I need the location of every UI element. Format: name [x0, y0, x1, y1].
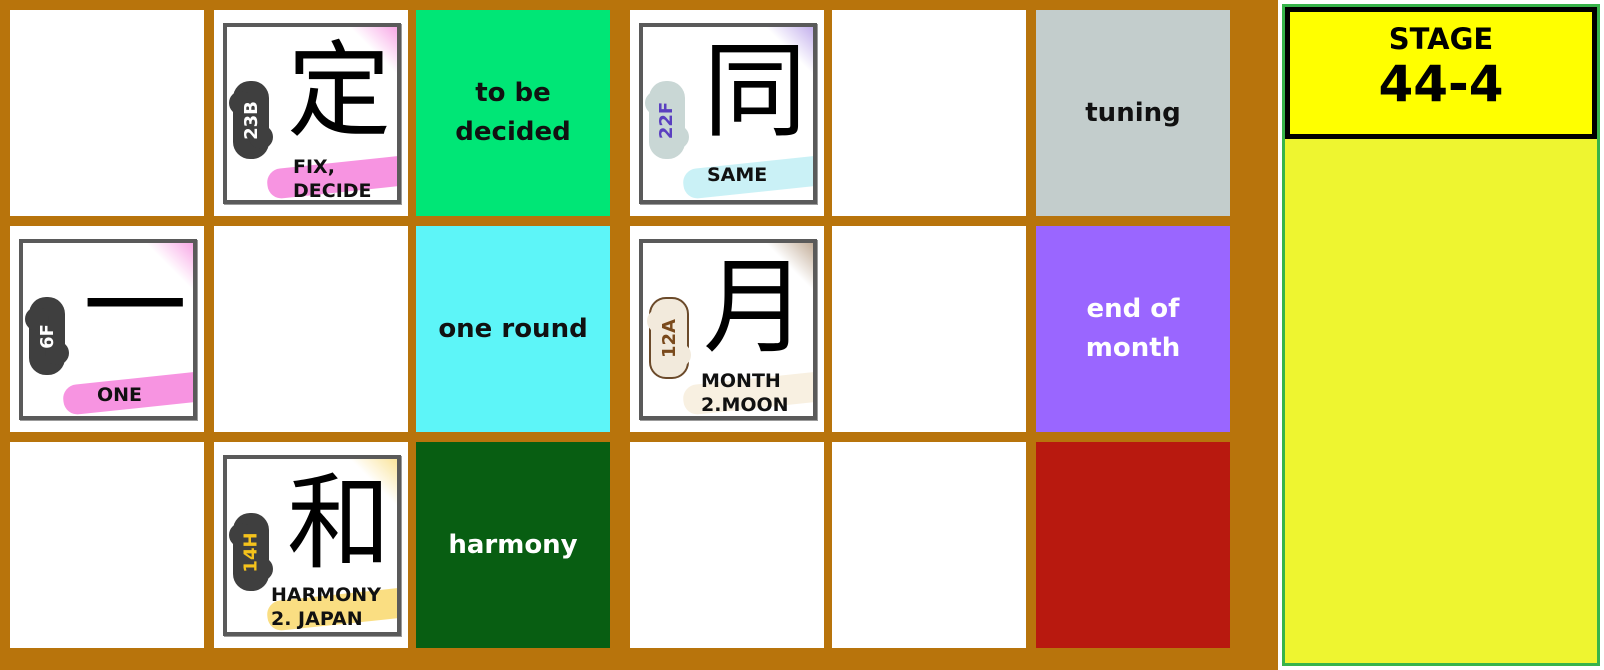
board-cell-r3-c3[interactable]: harmony	[416, 442, 610, 648]
kanji-card[interactable]: 月 12A MONTH 2.MOON	[639, 239, 817, 420]
kanji-card[interactable]: 定 23B FIX, DECIDE	[223, 23, 401, 204]
board-cell-r3-c2[interactable]: 和 14H HARMONY 2. JAPAN	[214, 442, 408, 648]
board-cell-r2-c5[interactable]	[832, 226, 1026, 432]
kanji-code: 6F	[36, 323, 58, 349]
kanji-code: 12A	[658, 318, 680, 358]
kanji-meaning: ONE	[97, 384, 143, 406]
kanji-character: 同	[702, 30, 807, 152]
board-cell-r1-c4[interactable]: 同 22F SAME	[630, 10, 824, 216]
kanji-code: 23B	[240, 100, 262, 140]
kanji-character: 月	[702, 246, 807, 368]
brain-icon: 6F	[25, 297, 69, 375]
stage-number: 44-4	[1378, 55, 1504, 113]
kanji-card[interactable]: 和 14H HARMONY 2. JAPAN	[223, 455, 401, 636]
word-tile-label: to be decided	[455, 78, 571, 147]
word-tile-label: harmony	[448, 529, 578, 560]
board-cell-r2-c4[interactable]: 月 12A MONTH 2.MOON	[630, 226, 824, 432]
word-tile-label: tuning	[1085, 97, 1181, 128]
brain-icon: 12A	[647, 297, 691, 379]
kanji-meaning: SAME	[707, 164, 768, 186]
kanji-character: 和	[286, 462, 391, 584]
word-tile-label: end of month	[1085, 294, 1181, 363]
word-tile-label: one round	[438, 313, 588, 344]
stage-label: STAGE	[1388, 22, 1494, 56]
board-cell-r1-c6[interactable]: tuning	[1036, 10, 1230, 216]
kanji-character: 一	[82, 246, 187, 368]
board-cell-r3-c6[interactable]	[1036, 442, 1230, 648]
board-cell-r2-c2[interactable]	[214, 226, 408, 432]
kanji-meaning: HARMONY 2. JAPAN	[271, 584, 381, 630]
board-cell-r2-c1[interactable]: 一 6F ONE	[10, 226, 204, 432]
board-cell-r1-c5[interactable]	[832, 10, 1026, 216]
kanji-card[interactable]: 一 6F ONE	[19, 239, 197, 420]
stage-indicator: STAGE 44-4	[1285, 7, 1597, 139]
board-cell-r3-c5[interactable]	[832, 442, 1026, 648]
kanji-code: 14H	[240, 531, 262, 573]
kanji-character: 定	[286, 30, 391, 152]
kanji-card[interactable]: 同 22F SAME	[639, 23, 817, 204]
board-cell-r1-c1[interactable]	[10, 10, 204, 216]
kanji-meaning: MONTH 2.MOON	[701, 370, 789, 416]
board-cell-r2-c3[interactable]: one round	[416, 226, 610, 432]
side-panel: STAGE 44-4	[1282, 4, 1600, 666]
brain-icon: 22F	[645, 81, 689, 159]
board-cell-r1-c2[interactable]: 定 23B FIX, DECIDE	[214, 10, 408, 216]
board-cell-r2-c6[interactable]: end of month	[1036, 226, 1230, 432]
kanji-meaning: FIX, DECIDE	[293, 156, 372, 202]
board-cell-r1-c3[interactable]: to be decided	[416, 10, 610, 216]
kanji-code: 22F	[656, 101, 678, 139]
brain-icon: 14H	[229, 513, 273, 591]
board-cell-r3-c1[interactable]	[10, 442, 204, 648]
board-cell-r3-c4[interactable]	[630, 442, 824, 648]
game-board: 定 23B FIX, DECIDE to be decided 同 22F SA…	[0, 0, 1278, 670]
brain-icon: 23B	[229, 81, 273, 159]
